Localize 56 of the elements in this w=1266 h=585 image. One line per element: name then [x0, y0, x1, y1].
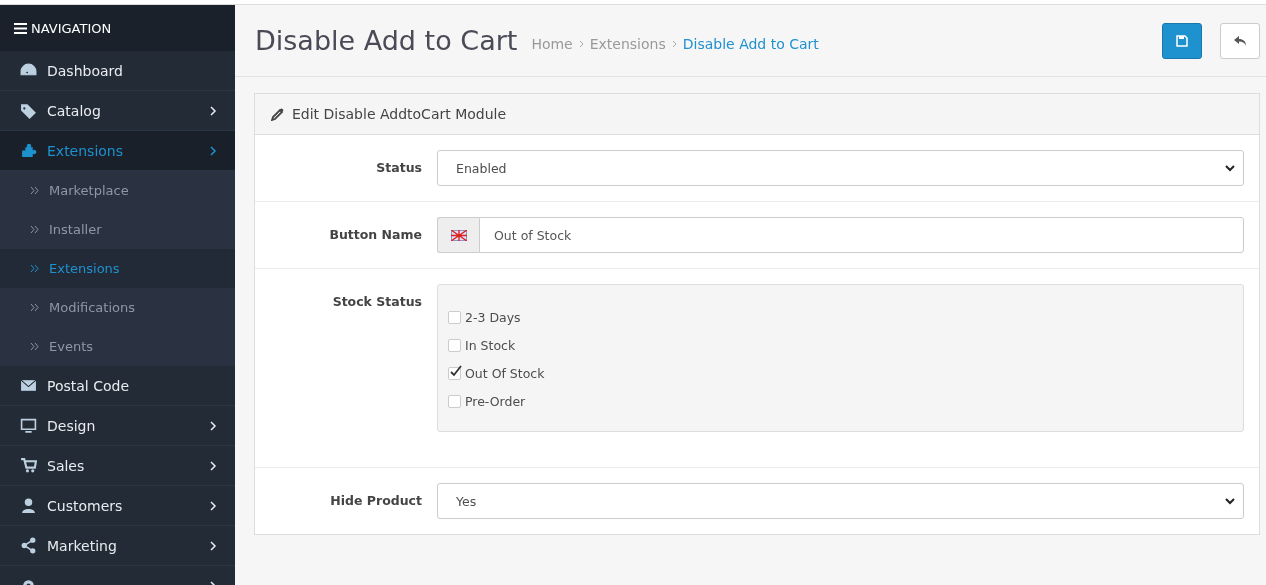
field-label: Button Name — [328, 226, 423, 244]
submenu-item[interactable]: Modifications — [0, 288, 235, 327]
select-field[interactable]: Enabled — [437, 150, 1244, 186]
checkbox[interactable] — [448, 366, 461, 380]
double-chevron-icon — [30, 303, 39, 312]
monitor-icon — [20, 417, 37, 434]
checkbox-label: Out Of Stock — [465, 365, 545, 381]
share-icon — [20, 537, 37, 554]
submenu-item[interactable]: Extensions — [0, 249, 235, 288]
reply-arrow-icon — [1233, 34, 1247, 47]
breadcrumb-separator-icon — [671, 39, 677, 48]
submenu-item[interactable]: Installer — [0, 210, 235, 249]
double-chevron-icon — [30, 186, 39, 195]
user-icon — [20, 497, 37, 514]
navigation-title: NAVIGATION — [31, 20, 112, 36]
field-label: Stock Status — [331, 293, 423, 311]
back-button[interactable] — [1220, 22, 1260, 59]
pencil-icon — [271, 107, 284, 121]
input-field[interactable]: Out of Stock — [479, 217, 1244, 253]
envelope-icon — [20, 377, 37, 394]
dropdown-caret-icon — [1225, 164, 1235, 172]
sidebar-item[interactable]: Dashboard — [0, 51, 235, 91]
tag-icon — [20, 102, 37, 119]
checkbox[interactable] — [448, 338, 461, 352]
checkbox-label: 2-3 Days — [465, 309, 521, 325]
menu-label: Design — [47, 417, 97, 434]
field-label: Hide Product — [329, 492, 423, 510]
submenu-item[interactable]: Marketplace — [0, 171, 235, 210]
panel-title: Edit Disable AddtoCart Module — [292, 106, 507, 122]
field-label: Status — [375, 159, 423, 177]
flag-icon — [450, 229, 467, 241]
menu-icon[interactable] — [14, 22, 27, 34]
cart-icon — [20, 457, 37, 474]
menu-label: Marketing — [47, 537, 118, 554]
sidebar-item[interactable]: Postal Code — [0, 366, 235, 406]
page-title: Disable Add to Cart — [255, 25, 518, 56]
menu-label: Postal Code — [47, 377, 131, 394]
checkbox-label: In Stock — [465, 337, 516, 353]
menu-label: Sales — [47, 457, 86, 474]
menu-label: Catalog — [47, 102, 102, 119]
double-chevron-icon — [30, 264, 39, 273]
menu-label: Dashboard — [47, 62, 124, 79]
checkbox[interactable] — [448, 394, 461, 408]
sidebar-item[interactable]: Extensions — [0, 131, 235, 171]
save-button[interactable] — [1162, 22, 1202, 59]
double-chevron-icon — [30, 342, 39, 351]
select-field[interactable]: Yes — [437, 483, 1244, 519]
dropdown-caret-icon — [1225, 497, 1235, 505]
menu-label: Customers — [47, 497, 124, 514]
menu-label: Extensions — [47, 142, 125, 159]
submenu-item[interactable]: Events — [0, 327, 235, 366]
double-chevron-icon — [30, 225, 39, 234]
puzzle-icon — [20, 142, 37, 159]
breadcrumb-separator-icon — [578, 39, 584, 48]
checkbox-label: Pre-Order — [465, 393, 526, 409]
checkbox[interactable] — [448, 310, 461, 324]
